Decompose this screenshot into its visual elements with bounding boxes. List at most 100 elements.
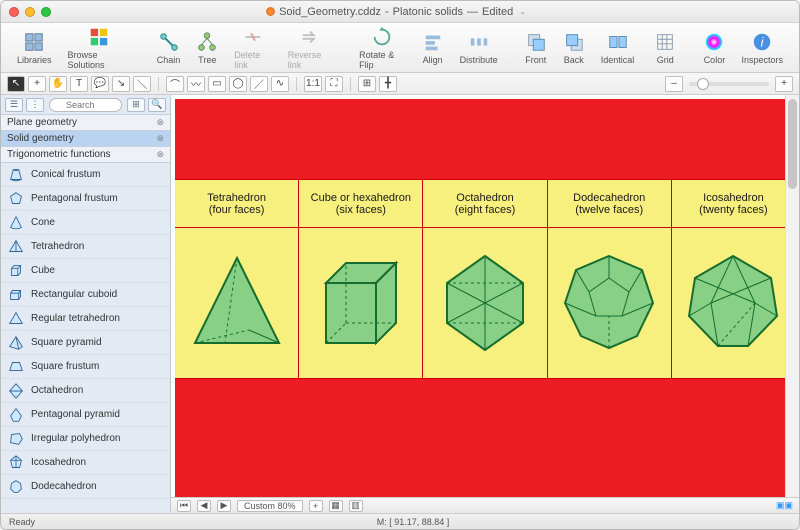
shape-icon bbox=[7, 310, 25, 328]
reverse-link-button[interactable]: Reverse link bbox=[282, 26, 338, 70]
layers-link[interactable]: ▣▣ bbox=[776, 500, 793, 511]
rotate-flip-button[interactable]: Rotate & Flip bbox=[353, 26, 411, 70]
libraries-button[interactable]: Libraries bbox=[11, 31, 58, 65]
solid-header: Octahedron(eight faces) bbox=[423, 180, 546, 228]
identical-button[interactable]: Identical bbox=[595, 31, 641, 65]
distribute-label: Distribute bbox=[460, 55, 498, 65]
canvas[interactable]: Tetrahedron(four faces)Cube or hexahedro… bbox=[171, 95, 799, 497]
category-close-icon[interactable]: ⊗ bbox=[156, 149, 164, 160]
shape-item[interactable]: Regular tetrahedron bbox=[1, 307, 170, 331]
view-list-icon[interactable]: ☰ bbox=[5, 98, 23, 112]
minimize-icon[interactable] bbox=[25, 7, 35, 17]
add-tool-icon[interactable]: + bbox=[28, 76, 46, 92]
page[interactable]: Tetrahedron(four faces)Cube or hexahedro… bbox=[175, 99, 795, 497]
view-grid-icon[interactable]: ⊞ bbox=[127, 98, 145, 112]
front-button[interactable]: Front bbox=[519, 31, 553, 65]
solid-header: Cube or hexahedron(six faces) bbox=[299, 180, 422, 228]
text-tool-icon[interactable]: T bbox=[70, 76, 88, 92]
solid-cell[interactable]: Icosahedron(twenty faces) bbox=[672, 180, 795, 378]
shape-item[interactable]: Octahedron bbox=[1, 379, 170, 403]
line2-tool-icon[interactable]: ／ bbox=[250, 76, 268, 92]
shape-item[interactable]: Dodecahedron bbox=[1, 475, 170, 499]
shape-item[interactable]: Irregular polyhedron bbox=[1, 427, 170, 451]
title-edited: Edited bbox=[482, 6, 513, 18]
callout-tool-icon[interactable]: 💬 bbox=[91, 76, 109, 92]
fit-page-icon[interactable]: ⛶ bbox=[325, 76, 343, 92]
shape-label: Dodecahedron bbox=[31, 481, 97, 492]
pointer-tool-icon[interactable]: ↖ bbox=[7, 76, 25, 92]
search-input[interactable] bbox=[49, 98, 122, 112]
line-tool-icon[interactable]: ＼ bbox=[133, 76, 151, 92]
close-icon[interactable] bbox=[9, 7, 19, 17]
shape-item[interactable]: Icosahedron bbox=[1, 451, 170, 475]
snap-icon[interactable]: ⊞ bbox=[358, 76, 376, 92]
shape-item[interactable]: Cube bbox=[1, 259, 170, 283]
zoom-out-icon[interactable]: – bbox=[665, 76, 683, 92]
canvas-footer: ⏮ ◀ ▶ Custom 80% + ▦ ▥ ▣▣ bbox=[171, 497, 799, 513]
align-button[interactable]: Align bbox=[416, 31, 450, 65]
shape-item[interactable]: Tetrahedron bbox=[1, 235, 170, 259]
page-tabs2-icon[interactable]: ▥ bbox=[349, 500, 363, 512]
color-button[interactable]: Color bbox=[697, 31, 731, 65]
category-close-icon[interactable]: ⊗ bbox=[156, 133, 164, 144]
library-sidebar: ☰ ⋮ ⊞ 🔍 Plane geometry⊗Solid geometry⊗Tr… bbox=[1, 95, 171, 513]
vertical-scrollbar[interactable] bbox=[785, 95, 799, 497]
page-nav-first-icon[interactable]: ⏮ bbox=[177, 500, 191, 512]
chain-button[interactable]: Chain bbox=[151, 31, 187, 65]
solid-faces: (four faces) bbox=[209, 204, 265, 216]
browse-solutions-button[interactable]: Browse Solutions bbox=[62, 26, 136, 70]
solid-faces: (twelve faces) bbox=[575, 204, 643, 216]
shape-item[interactable]: Square frustum bbox=[1, 355, 170, 379]
shape-label: Conical frustum bbox=[31, 169, 100, 180]
shape-item[interactable]: Pentagonal pyramid bbox=[1, 403, 170, 427]
distribute-button[interactable]: Distribute bbox=[454, 31, 504, 65]
actual-size-icon[interactable]: 1:1 bbox=[304, 76, 322, 92]
category-trigonometric-functions[interactable]: Trigonometric functions⊗ bbox=[1, 147, 170, 163]
libraries-label: Libraries bbox=[17, 55, 52, 65]
shape-item[interactable]: Conical frustum bbox=[1, 163, 170, 187]
solid-cell[interactable]: Cube or hexahedron(six faces) bbox=[299, 180, 423, 378]
page-add-icon[interactable]: + bbox=[309, 500, 323, 512]
shape-icon bbox=[7, 406, 25, 424]
shape-item[interactable]: Square pyramid bbox=[1, 331, 170, 355]
hand-tool-icon[interactable]: ✋ bbox=[49, 76, 67, 92]
category-label: Solid geometry bbox=[7, 133, 74, 144]
category-close-icon[interactable]: ⊗ bbox=[156, 117, 164, 128]
shape-item[interactable]: Cone bbox=[1, 211, 170, 235]
delete-link-button[interactable]: Delete link bbox=[228, 26, 278, 70]
category-plane-geometry[interactable]: Plane geometry⊗ bbox=[1, 115, 170, 131]
solid-name: Cube or hexahedron bbox=[311, 192, 411, 204]
bezier-tool-icon[interactable]: ∿ bbox=[271, 76, 289, 92]
page-tabs-icon[interactable]: ▦ bbox=[329, 500, 343, 512]
grid-button[interactable]: Grid bbox=[648, 31, 682, 65]
zoom-label[interactable]: Custom 80% bbox=[237, 500, 303, 512]
page-nav-next-icon[interactable]: ▶ bbox=[217, 500, 231, 512]
solid-cell[interactable]: Dodecahedron(twelve faces) bbox=[548, 180, 672, 378]
zoom-in-icon[interactable]: + bbox=[775, 76, 793, 92]
connector-tool-icon[interactable]: ↘ bbox=[112, 76, 130, 92]
rect-tool-icon[interactable]: ▭ bbox=[208, 76, 226, 92]
title-chevron-icon[interactable]: ⌄ bbox=[519, 7, 526, 16]
shape-label: Rectangular cuboid bbox=[31, 289, 117, 300]
solid-cell[interactable]: Octahedron(eight faces) bbox=[423, 180, 547, 378]
tree-button[interactable]: Tree bbox=[190, 31, 224, 65]
shape-item[interactable]: Pentagonal frustum bbox=[1, 187, 170, 211]
zoom-icon[interactable] bbox=[41, 7, 51, 17]
guides-icon[interactable]: ╋ bbox=[379, 76, 397, 92]
shape-label: Square frustum bbox=[31, 361, 99, 372]
search-go-icon[interactable]: 🔍 bbox=[148, 98, 166, 112]
search-field[interactable] bbox=[49, 98, 122, 112]
view-tree-icon[interactable]: ⋮ bbox=[26, 98, 44, 112]
solid-name: Tetrahedron bbox=[207, 192, 266, 204]
spline-tool-icon[interactable]: 〰 bbox=[187, 76, 205, 92]
solid-cell[interactable]: Tetrahedron(four faces) bbox=[175, 180, 299, 378]
zoom-slider[interactable] bbox=[689, 82, 769, 86]
ellipse-tool-icon[interactable]: ◯ bbox=[229, 76, 247, 92]
arc-tool-icon[interactable]: ⌒ bbox=[166, 76, 184, 92]
shape-item[interactable]: Rectangular cuboid bbox=[1, 283, 170, 307]
back-button[interactable]: Back bbox=[557, 31, 591, 65]
inspectors-button[interactable]: i Inspectors bbox=[735, 31, 789, 65]
solid-name: Octahedron bbox=[456, 192, 513, 204]
category-solid-geometry[interactable]: Solid geometry ⊗ bbox=[1, 131, 170, 147]
page-nav-prev-icon[interactable]: ◀ bbox=[197, 500, 211, 512]
